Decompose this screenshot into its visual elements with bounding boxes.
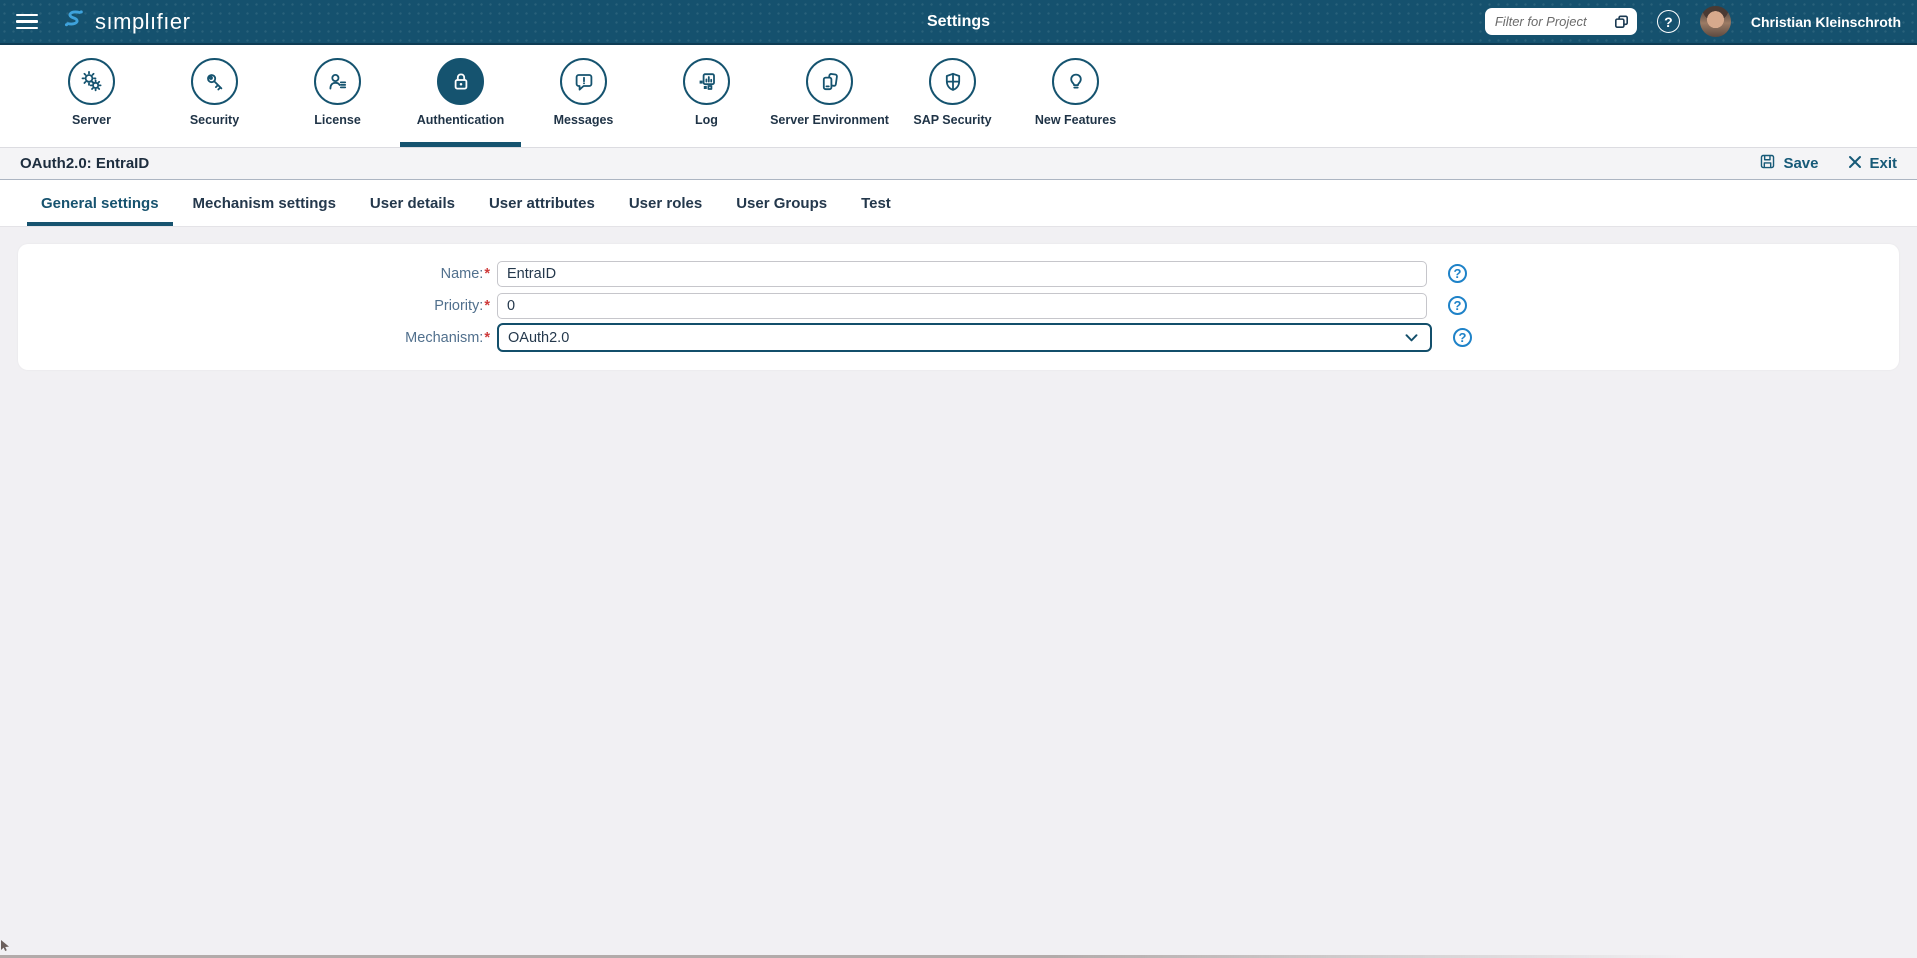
mouse-cursor [1, 939, 10, 957]
settings-category-tab-log[interactable]: Log [645, 45, 768, 147]
settings-category-tab-server[interactable]: Server [30, 45, 153, 147]
simplifier-s-icon [60, 6, 87, 38]
server-gears-icon [79, 69, 105, 95]
field-label: Name: [18, 266, 490, 282]
required-asterisk [484, 298, 490, 314]
exit-button[interactable]: Exit [1848, 155, 1897, 173]
save-floppy-icon [1759, 153, 1776, 174]
settings-category-label: New Features [1034, 113, 1117, 127]
settings-category-tab-messages[interactable]: Messages [522, 45, 645, 147]
header-help-icon[interactable] [1656, 10, 1680, 33]
settings-category-tab-new-features[interactable]: New Features [1014, 45, 1137, 147]
settings-category-tab-authentication[interactable]: Authentication [399, 45, 522, 147]
general-settings-card: Name: Priority: Mechanism: OAuth2.0 [18, 244, 1899, 370]
authentication-lock-icon [448, 69, 474, 95]
settings-category-bar: Server Security License Authentication M… [0, 45, 1917, 147]
detail-tab-bar: General settings Mechanism settings User… [0, 180, 1917, 227]
field-help-icon[interactable] [1448, 296, 1467, 315]
field-help-icon[interactable] [1448, 264, 1467, 283]
sap-security-shield-icon [940, 69, 966, 95]
save-button[interactable]: Save [1759, 153, 1818, 174]
form-row: Mechanism: OAuth2.0 [18, 323, 1899, 352]
detail-tab-test[interactable]: Test [844, 180, 908, 226]
app-logo[interactable]: sımplıfıer [60, 6, 190, 38]
settings-category-tab-security[interactable]: Security [153, 45, 276, 147]
settings-category-label: License [314, 113, 361, 127]
top-header-bar: sımplıfıer Settings Christian Kleinschro… [0, 0, 1917, 45]
user-avatar[interactable] [1699, 6, 1731, 37]
license-person-icon [325, 69, 351, 95]
settings-category-tab-sap-security[interactable]: SAP Security [891, 45, 1014, 147]
settings-category-label: Security [189, 113, 240, 127]
chevron-down-icon [1405, 333, 1418, 342]
settings-category-label: Log [695, 113, 718, 127]
messages-bubble-icon [571, 69, 597, 95]
field-help-icon[interactable] [1453, 328, 1472, 347]
object-toolbar: OAuth2.0: EntraID Save Exit [0, 147, 1917, 180]
security-key-icon [202, 69, 228, 95]
detail-tab-user-groups[interactable]: User Groups [719, 180, 844, 226]
exit-x-icon [1848, 155, 1862, 173]
detail-tab-user-attributes[interactable]: User attributes [472, 180, 612, 226]
detail-tab-user-details[interactable]: User details [353, 180, 472, 226]
detail-tab-general-settings[interactable]: General settings [24, 180, 176, 226]
settings-category-label: Server [72, 113, 111, 127]
new-features-bulb-icon [1063, 69, 1089, 95]
settings-category-label: Authentication [416, 113, 505, 127]
mechanism-select[interactable]: OAuth2.0 [497, 323, 1432, 352]
settings-category-label: Messages [553, 113, 614, 127]
field-label: Priority: [18, 298, 490, 314]
priority-input[interactable] [497, 292, 1427, 319]
detail-tab-mechanism-settings[interactable]: Mechanism settings [176, 180, 353, 226]
log-chart-icon [694, 69, 720, 95]
hamburger-menu-icon[interactable] [16, 13, 38, 30]
settings-category-tab-server-environment[interactable]: Server Environment [768, 45, 891, 147]
field-label: Mechanism: [18, 330, 490, 346]
detail-tab-user-roles[interactable]: User roles [612, 180, 719, 226]
object-title: OAuth2.0: EntraID [20, 155, 150, 172]
content-area: Name: Priority: Mechanism: OAuth2.0 [0, 227, 1917, 387]
user-name: Christian Kleinschroth [1750, 13, 1901, 30]
settings-category-label: Server Environment [770, 113, 889, 127]
server-environment-icon [817, 69, 843, 95]
required-asterisk [484, 330, 490, 346]
settings-category-label: SAP Security [913, 113, 992, 127]
required-asterisk [484, 266, 490, 282]
settings-category-tab-license[interactable]: License [276, 45, 399, 147]
project-filter [1484, 8, 1637, 36]
name-input[interactable] [497, 260, 1427, 287]
form-row: Priority: [18, 292, 1899, 319]
project-selector-icon[interactable] [1612, 12, 1631, 36]
selected-value: OAuth2.0 [508, 329, 570, 346]
form-row: Name: [18, 260, 1899, 287]
app-name: sımplıfıer [95, 8, 191, 34]
